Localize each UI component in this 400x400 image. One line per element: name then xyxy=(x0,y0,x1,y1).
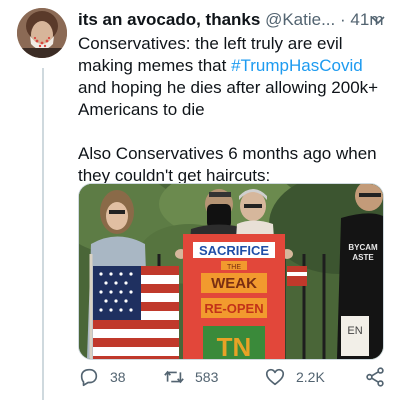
tweet-paragraph-2: Also Conservatives 6 months ago when the… xyxy=(78,144,377,185)
tweet-actions: 38 583 2.2K xyxy=(78,363,388,391)
reply-icon xyxy=(80,368,98,387)
separator-dot: · xyxy=(340,10,346,29)
share-button[interactable] xyxy=(364,363,396,391)
tweet-media-image[interactable]: SACRIFICE THE WEAK RE-OPEN TN BYCAM ASTE… xyxy=(78,183,384,360)
user-handle[interactable]: @Katie... xyxy=(265,10,335,29)
share-icon xyxy=(366,367,384,387)
thread-line xyxy=(42,68,44,400)
avatar[interactable] xyxy=(17,8,67,58)
reply-button[interactable]: 38 xyxy=(78,363,126,391)
protest-photo: SACRIFICE THE WEAK RE-OPEN TN BYCAM ASTE… xyxy=(79,184,383,359)
sign-line-4: RE-OPEN xyxy=(204,301,263,316)
retweet-count: 583 xyxy=(195,369,219,385)
chevron-down-icon[interactable] xyxy=(370,12,386,28)
reply-count: 38 xyxy=(110,369,126,385)
us-flag xyxy=(89,254,179,359)
retweet-icon xyxy=(164,370,184,384)
sign-line-2: THE xyxy=(227,264,241,271)
like-count: 2.2K xyxy=(296,369,325,385)
sign-line-1: SACRIFICE xyxy=(199,243,269,258)
display-name[interactable]: its an avocado, thanks xyxy=(78,10,260,29)
like-button[interactable]: 2.2K xyxy=(264,363,325,391)
avatar-image xyxy=(17,8,67,58)
shirt-text-2: ASTE xyxy=(352,253,374,262)
sign-line-5: TN xyxy=(217,332,252,359)
text-segment: and hoping he dies after allowing 200k+ … xyxy=(78,78,379,119)
side-sign-text: EN xyxy=(347,325,362,337)
tweet-text: Conservatives: the left truly are evil m… xyxy=(78,33,390,187)
tweet-header: its an avocado, thanks @Katie... · 41m xyxy=(78,8,388,32)
heart-icon xyxy=(265,368,285,386)
sign-line-3: WEAK xyxy=(211,275,257,292)
protest-sign: SACRIFICE THE WEAK RE-OPEN TN xyxy=(183,234,285,359)
shirt-text-1: BYCAM xyxy=(348,243,378,252)
tweet-paragraph-1: Conservatives: the left truly are evil m… xyxy=(78,33,390,121)
hashtag-link[interactable]: #TrumpHasCovid xyxy=(231,56,363,75)
retweet-button[interactable]: 583 xyxy=(163,363,218,391)
